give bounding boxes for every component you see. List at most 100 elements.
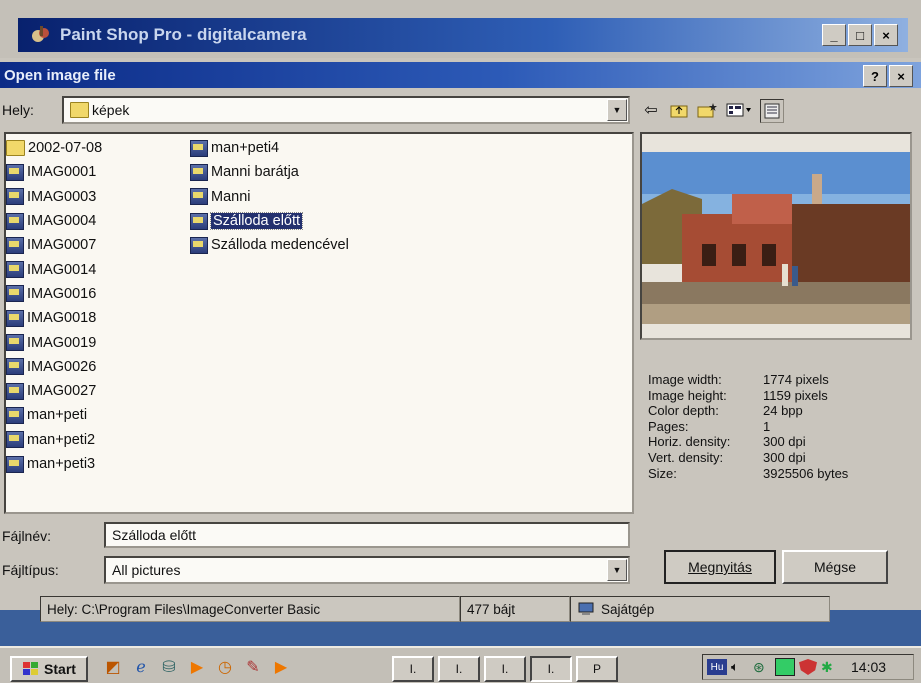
- file-item[interactable]: IMAG0014: [6, 257, 102, 281]
- folder-icon: [70, 102, 89, 118]
- file-name: man+peti2: [27, 431, 96, 448]
- info-row: Image height: 1159 pixels: [648, 388, 908, 404]
- info-key: Image width:: [648, 372, 722, 387]
- file-item[interactable]: man+peti: [6, 403, 102, 427]
- file-name: Manni: [211, 188, 251, 205]
- filename-input[interactable]: Szálloda előtt: [104, 522, 630, 548]
- task-button-active[interactable]: I.: [530, 656, 572, 682]
- view-menu-icon[interactable]: [724, 99, 754, 121]
- start-button[interactable]: Start: [10, 656, 88, 682]
- file-item[interactable]: IMAG0027: [6, 379, 102, 403]
- desktop-icon[interactable]: ◩: [102, 656, 124, 678]
- internet-explorer-icon[interactable]: ℯ: [130, 656, 152, 678]
- channels-icon[interactable]: ⛁: [158, 656, 180, 678]
- info-value: 1159 pixels: [763, 387, 828, 403]
- file-item[interactable]: man+peti2: [6, 428, 102, 452]
- file-item[interactable]: Szálloda előtt: [190, 209, 349, 233]
- task-label: I.: [501, 662, 509, 676]
- monitor-icon[interactable]: [775, 658, 795, 676]
- task-button-1[interactable]: I.: [438, 656, 480, 682]
- file-item[interactable]: IMAG0001: [6, 160, 102, 184]
- tools-icon[interactable]: ✱: [821, 659, 839, 675]
- file-column-2: man+peti4 Manni barátja Manni Szálloda előt…: [190, 136, 349, 257]
- up-folder-icon[interactable]: [668, 99, 690, 121]
- close-button[interactable]: ×: [874, 24, 898, 46]
- info-key: Color depth:: [648, 403, 719, 419]
- file-item[interactable]: IMAG0003: [6, 185, 102, 209]
- new-folder-icon[interactable]: [696, 99, 718, 121]
- location-label: Hely:: [2, 102, 34, 118]
- file-name: man+peti3: [27, 456, 96, 472]
- chevron-down-icon[interactable]: ▼: [607, 99, 627, 121]
- location-select[interactable]: képek ▼: [62, 96, 630, 124]
- task-label: I.: [455, 662, 463, 676]
- info-value: 300 dpi: [763, 434, 806, 450]
- status-bar: Hely: C:\Program Files\ImageConverter Ba…: [40, 596, 830, 622]
- shield-icon[interactable]: [799, 659, 817, 675]
- clock-app-icon[interactable]: ◷: [214, 656, 236, 678]
- player-icon[interactable]: ▶: [270, 656, 292, 678]
- filetype-value: All pictures: [112, 562, 181, 578]
- media-player-icon[interactable]: ▶: [186, 656, 208, 678]
- details-icon[interactable]: [760, 99, 784, 123]
- file-name: Manni barátja: [211, 164, 299, 181]
- file-item[interactable]: IMAG0019: [6, 330, 102, 354]
- chevron-down-icon[interactable]: ▼: [607, 559, 627, 581]
- cancel-button[interactable]: Mégse: [782, 550, 888, 584]
- task-button-explorer[interactable]: I.: [392, 656, 434, 682]
- image-file-icon: [190, 236, 208, 254]
- clock: 14:03: [851, 659, 887, 675]
- back-arrow-icon[interactable]: ⇦: [640, 99, 662, 121]
- info-value: 24 bpp: [763, 403, 803, 419]
- file-name: IMAG0027: [27, 383, 97, 400]
- file-item[interactable]: Manni: [190, 185, 349, 209]
- image-file-icon: [6, 382, 24, 400]
- app-titlebar[interactable]: Paint Shop Pro - digitalcamera _ □ ×: [18, 18, 908, 52]
- image-file-icon: [6, 334, 24, 352]
- info-value: 3925506 bytes: [763, 465, 849, 481]
- paint-icon[interactable]: ✎: [242, 656, 264, 678]
- task-button-2[interactable]: I.: [484, 656, 526, 682]
- file-name: man+peti4: [211, 140, 280, 157]
- file-name: IMAG0018: [27, 310, 97, 327]
- file-name: IMAG0007: [27, 237, 97, 254]
- file-item[interactable]: IMAG0018: [6, 306, 102, 330]
- file-item[interactable]: 2002-07-08: [6, 136, 102, 160]
- help-button[interactable]: ?: [863, 65, 887, 87]
- windows-logo-icon: [23, 662, 39, 675]
- info-value: 1774 pixels: [763, 372, 829, 387]
- file-item[interactable]: IMAG0016: [6, 282, 102, 306]
- task-button-paintshop[interactable]: P: [576, 656, 618, 682]
- minimize-button[interactable]: _: [822, 24, 846, 46]
- info-value: 1: [763, 418, 771, 434]
- network-icon[interactable]: ⊛: [753, 659, 771, 675]
- toolbar: ⇦: [640, 99, 784, 123]
- file-item[interactable]: man+peti4: [190, 136, 349, 160]
- filetype-select[interactable]: All pictures ▼: [104, 556, 630, 584]
- language-indicator[interactable]: Hu: [707, 659, 727, 675]
- dialog-close-button[interactable]: ×: [889, 65, 913, 87]
- dialog-titlebar[interactable]: Open image file ? ×: [0, 62, 921, 88]
- file-name: IMAG0016: [27, 285, 97, 302]
- status-location-label: Sajátgép: [601, 601, 655, 617]
- file-item[interactable]: IMAG0007: [6, 233, 102, 257]
- file-item[interactable]: man+peti3: [6, 452, 102, 476]
- photo-preview: [642, 134, 910, 338]
- paint-shop-pro-icon: [32, 26, 49, 42]
- task-label: I.: [547, 662, 555, 676]
- image-file-icon: [190, 212, 208, 230]
- image-file-icon: [6, 455, 24, 473]
- image-file-icon: [6, 406, 24, 424]
- volume-icon[interactable]: 🔈︎: [731, 659, 749, 675]
- file-item[interactable]: IMAG0004: [6, 209, 102, 233]
- info-row: Pages: 1: [648, 419, 908, 435]
- file-name: IMAG0026: [27, 358, 97, 375]
- dialog-title: Open image file: [4, 66, 116, 84]
- file-list[interactable]: 2002-07-08 IMAG0001 IMAG0003 IMAG0004 IMAG00…: [4, 132, 634, 514]
- maximize-button[interactable]: □: [848, 24, 872, 46]
- file-item[interactable]: IMAG0026: [6, 355, 102, 379]
- file-item[interactable]: Szálloda medencével: [190, 233, 349, 257]
- file-item[interactable]: Manni barátja: [190, 160, 349, 184]
- open-button[interactable]: Megnyitás: [664, 550, 776, 584]
- info-key: Horiz. density:: [648, 434, 731, 450]
